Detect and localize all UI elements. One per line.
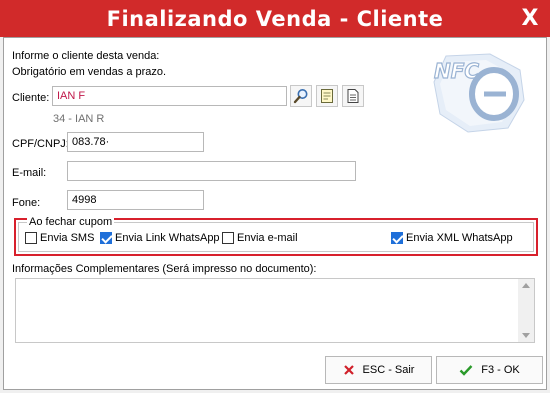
checkbox-box-checked xyxy=(100,232,112,244)
close-x-icon xyxy=(343,365,354,375)
note-icon xyxy=(321,89,333,103)
checkbox-box xyxy=(25,232,37,244)
cpf-field[interactable]: 083.78· xyxy=(67,132,204,152)
textarea-scrollbar[interactable] xyxy=(518,279,534,342)
cupom-highlight-box: Ao fechar cupom Envia SMS Envia Link Wha… xyxy=(14,216,538,256)
fone-field[interactable]: 4998 xyxy=(67,190,204,210)
cliente-field[interactable]: IAN F xyxy=(52,86,287,106)
scroll-down-arrow-icon[interactable] xyxy=(522,333,530,338)
nfce-logo: NFC xyxy=(433,53,525,133)
email-field[interactable] xyxy=(67,161,356,181)
window-title: Finalizando Venda - Cliente xyxy=(106,6,444,31)
search-icon xyxy=(293,89,308,104)
nfce-logo-text: NFC xyxy=(434,59,479,83)
complementares-label: Informações Complementares (Será impress… xyxy=(12,263,317,275)
dialog-body: Informe o cliente desta venda: Obrigatór… xyxy=(3,37,547,390)
envia-email-label: Envia e-mail xyxy=(237,232,298,244)
cupom-group: Ao fechar cupom Envia SMS Envia Link Wha… xyxy=(18,216,534,252)
envia-link-whatsapp-checkbox[interactable]: Envia Link WhatsApp xyxy=(100,232,220,244)
check-icon xyxy=(459,365,473,376)
checkbox-box-checked xyxy=(391,232,403,244)
cupom-legend: Ao fechar cupom xyxy=(27,216,115,228)
envia-sms-label: Envia SMS xyxy=(40,232,95,244)
envia-xml-whatsapp-checkbox[interactable]: Envia XML WhatsApp xyxy=(391,232,513,244)
cliente-label: Cliente: xyxy=(12,92,50,104)
cpf-label: CPF/CNPJ: xyxy=(12,138,69,150)
search-client-button[interactable] xyxy=(290,85,312,107)
close-button[interactable]: X xyxy=(510,0,550,37)
envia-xml-whatsapp-label: Envia XML WhatsApp xyxy=(406,232,513,244)
envia-sms-checkbox[interactable]: Envia SMS xyxy=(25,232,94,244)
email-label: E-mail: xyxy=(12,167,47,179)
complementares-textarea[interactable] xyxy=(15,278,535,343)
envia-email-checkbox[interactable]: Envia e-mail xyxy=(222,232,298,244)
f3-ok-button[interactable]: F3 - OK xyxy=(436,356,543,384)
document-icon xyxy=(347,89,359,103)
esc-sair-button[interactable]: ESC - Sair xyxy=(325,356,432,384)
info-line-2: Obrigatório em vendas a prazo. xyxy=(12,66,167,78)
title-bar: Finalizando Venda - Cliente X xyxy=(0,0,550,37)
checkbox-box xyxy=(222,232,234,244)
client-notes-button[interactable] xyxy=(316,85,338,107)
envia-link-whatsapp-label: Envia Link WhatsApp xyxy=(115,232,220,244)
scroll-up-arrow-icon[interactable] xyxy=(522,283,530,288)
client-document-button[interactable] xyxy=(342,85,364,107)
f3-ok-label: F3 - OK xyxy=(481,364,520,376)
esc-sair-label: ESC - Sair xyxy=(362,364,415,376)
cliente-sub-label: 34 - IAN R xyxy=(53,113,105,125)
fone-label: Fone: xyxy=(12,197,41,209)
info-line-1: Informe o cliente desta venda: xyxy=(12,50,160,62)
